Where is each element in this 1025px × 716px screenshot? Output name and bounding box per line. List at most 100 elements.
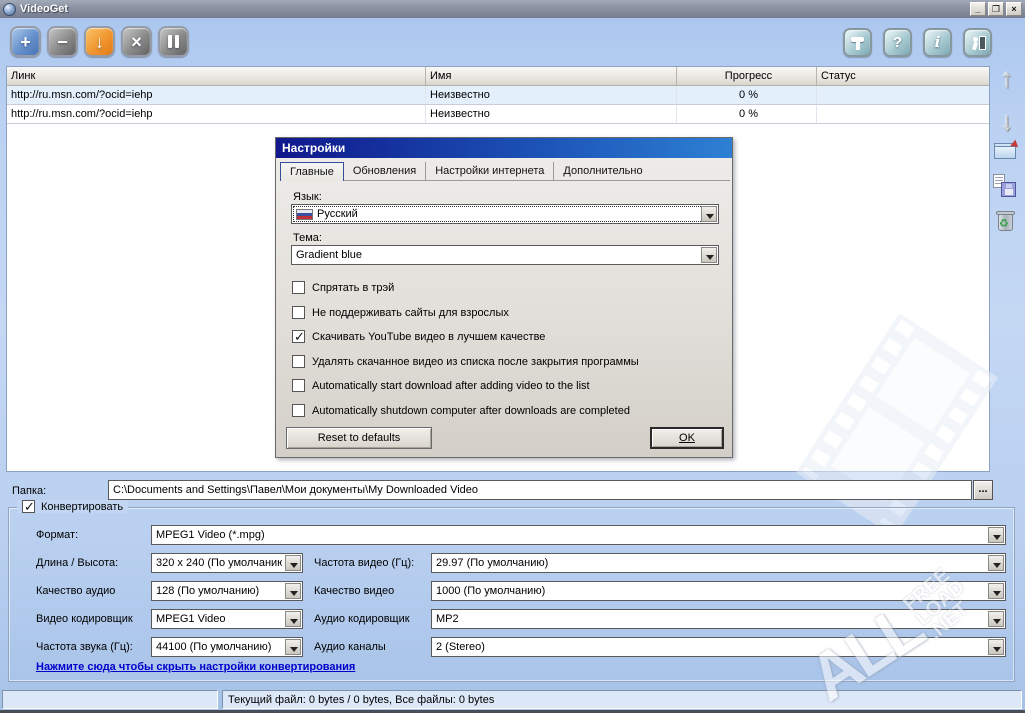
checkbox-icon[interactable] xyxy=(292,379,305,392)
chevron-down-icon[interactable] xyxy=(988,555,1004,571)
russian-flag-icon xyxy=(296,209,313,220)
video-encoder-label: Видео кодировщик xyxy=(36,613,133,625)
convert-toggle[interactable]: Конвертировать xyxy=(17,500,128,513)
chevron-down-icon[interactable] xyxy=(988,583,1004,599)
settings-button[interactable] xyxy=(843,28,872,57)
convert-legend-label: Конвертировать xyxy=(41,501,123,513)
remove-link-button[interactable]: − xyxy=(47,26,78,57)
move-up-icon[interactable]: ↑ xyxy=(992,64,1022,93)
checkbox-icon[interactable] xyxy=(22,500,35,513)
video-freq-select[interactable]: 29.97 (По умолчанию) xyxy=(431,553,1006,573)
exit-button[interactable] xyxy=(963,28,992,57)
checkbox-icon[interactable] xyxy=(292,281,305,294)
move-down-icon[interactable]: ↓ xyxy=(992,107,1022,136)
audio-channels-label: Аудио каналы xyxy=(314,641,386,653)
ok-button[interactable]: OK xyxy=(650,427,724,449)
cell-progress: 0 % xyxy=(677,105,817,123)
theme-label: Тема: xyxy=(293,232,322,244)
status-panel-left xyxy=(2,690,218,709)
format-select[interactable]: MPEG1 Video (*.mpg) xyxy=(151,525,1006,545)
tab-internet[interactable]: Настройки интернета xyxy=(426,162,554,180)
language-select[interactable]: Русский xyxy=(291,204,719,224)
recycle-arrows-icon: ♻ xyxy=(999,217,1009,230)
audio-channels-select[interactable]: 2 (Stereo) xyxy=(431,637,1006,657)
maximize-button[interactable]: ❐ xyxy=(988,2,1004,16)
column-header-name[interactable]: Имя xyxy=(426,67,677,85)
sound-freq-label: Частота звука (Гц): xyxy=(36,641,133,653)
list-header: Линк Имя Прогресс Статус xyxy=(7,67,989,86)
table-row[interactable]: http://ru.msn.com/?ocid=iehp Неизвестно … xyxy=(7,105,989,124)
exit-door-icon xyxy=(970,35,986,51)
folder-label: Папка: xyxy=(12,485,46,497)
column-header-progress[interactable]: Прогресс xyxy=(677,67,817,85)
add-link-button[interactable]: + xyxy=(10,26,41,57)
chevron-down-icon[interactable] xyxy=(285,639,301,655)
checkbox-no-adult-sites[interactable]: Не поддерживать сайты для взрослых xyxy=(292,306,509,319)
checkbox-icon[interactable] xyxy=(292,404,305,417)
audio-quality-label: Качество аудио xyxy=(36,585,115,597)
tab-advanced[interactable]: Дополнительно xyxy=(554,162,651,180)
language-label: Язык: xyxy=(293,191,322,203)
column-header-link[interactable]: Линк xyxy=(7,67,426,85)
chevron-down-icon[interactable] xyxy=(988,527,1004,543)
tab-main[interactable]: Главные xyxy=(280,162,344,181)
video-quality-select[interactable]: 1000 (По умолчанию) xyxy=(431,581,1006,601)
checkbox-icon[interactable] xyxy=(292,306,305,319)
save-list-icon[interactable] xyxy=(996,177,1016,197)
cell-status xyxy=(817,86,989,104)
chevron-down-icon[interactable] xyxy=(285,611,301,627)
folder-path-input[interactable]: C:\Documents and Settings\Павел\Мои доку… xyxy=(108,480,972,500)
checkbox-youtube-quality[interactable]: Скачивать YouTube видео в лучшем качеств… xyxy=(292,330,545,343)
audio-quality-select[interactable]: 128 (По умолчанию) xyxy=(151,581,303,601)
format-value: MPEG1 Video (*.mpg) xyxy=(156,529,985,541)
checkbox-icon[interactable] xyxy=(292,330,305,343)
chevron-down-icon[interactable] xyxy=(701,247,717,263)
checkbox-hide-to-tray[interactable]: Спрятать в трэй xyxy=(292,281,394,294)
start-download-button[interactable]: ↓ xyxy=(84,26,115,57)
table-row[interactable]: http://ru.msn.com/?ocid=iehp Неизвестно … xyxy=(7,86,989,105)
window-title: VideoGet xyxy=(20,3,68,15)
size-select[interactable]: 320 x 240 (По умолчанию) xyxy=(151,553,303,573)
settings-dialog: Настройки Главные Обновления Настройки и… xyxy=(275,137,733,458)
cell-progress: 0 % xyxy=(677,86,817,104)
theme-value: Gradient blue xyxy=(296,249,698,261)
reset-defaults-button[interactable]: Reset to defaults xyxy=(286,427,432,449)
chevron-down-icon[interactable] xyxy=(988,639,1004,655)
checkbox-remove-after-close[interactable]: Удалять скачанное видео из списка после … xyxy=(292,355,639,368)
chevron-down-icon[interactable] xyxy=(988,611,1004,627)
toolbar: + − ↓ × xyxy=(10,26,189,57)
pause-icon xyxy=(168,35,179,48)
column-header-status[interactable]: Статус xyxy=(817,67,989,85)
hide-convert-settings-link[interactable]: Нажмите сюда чтобы скрыть настройки конв… xyxy=(36,661,355,673)
cell-name: Неизвестно xyxy=(426,105,677,123)
about-button[interactable]: i xyxy=(923,28,952,57)
stop-download-button[interactable]: × xyxy=(121,26,152,57)
close-button[interactable]: × xyxy=(1006,2,1022,16)
checkbox-auto-shutdown[interactable]: Automatically shutdown computer after do… xyxy=(292,404,630,417)
minimize-button[interactable]: _ xyxy=(970,2,986,16)
toolbar-right: ? i xyxy=(843,28,992,57)
checkbox-icon[interactable] xyxy=(292,355,305,368)
chevron-down-icon[interactable] xyxy=(285,555,301,571)
tab-updates[interactable]: Обновления xyxy=(344,162,426,180)
checkbox-auto-start[interactable]: Automatically start download after addin… xyxy=(292,379,590,392)
chevron-down-icon[interactable] xyxy=(701,206,717,222)
audio-encoder-select[interactable]: MP2 xyxy=(431,609,1006,629)
pause-download-button[interactable] xyxy=(158,26,189,57)
recycle-bin-icon[interactable]: ♻ xyxy=(996,211,1016,233)
cell-status xyxy=(817,105,989,123)
browse-folder-button[interactable]: ... xyxy=(973,480,993,500)
question-icon: ? xyxy=(893,35,902,50)
dialog-title-bar: Настройки xyxy=(276,138,732,158)
open-folder-icon[interactable] xyxy=(994,143,1018,161)
plus-icon: + xyxy=(20,33,31,51)
chevron-down-icon[interactable] xyxy=(285,583,301,599)
theme-select[interactable]: Gradient blue xyxy=(291,245,719,265)
audio-encoder-label: Аудио кодировщик xyxy=(314,613,410,625)
help-button[interactable]: ? xyxy=(883,28,912,57)
title-bar: VideoGet _ ❐ × xyxy=(0,0,1025,18)
video-freq-label: Частота видео (Гц): xyxy=(314,557,414,569)
sound-freq-select[interactable]: 44100 (По умолчанию) xyxy=(151,637,303,657)
video-encoder-select[interactable]: MPEG1 Video xyxy=(151,609,303,629)
down-arrow-icon: ↓ xyxy=(95,33,104,51)
